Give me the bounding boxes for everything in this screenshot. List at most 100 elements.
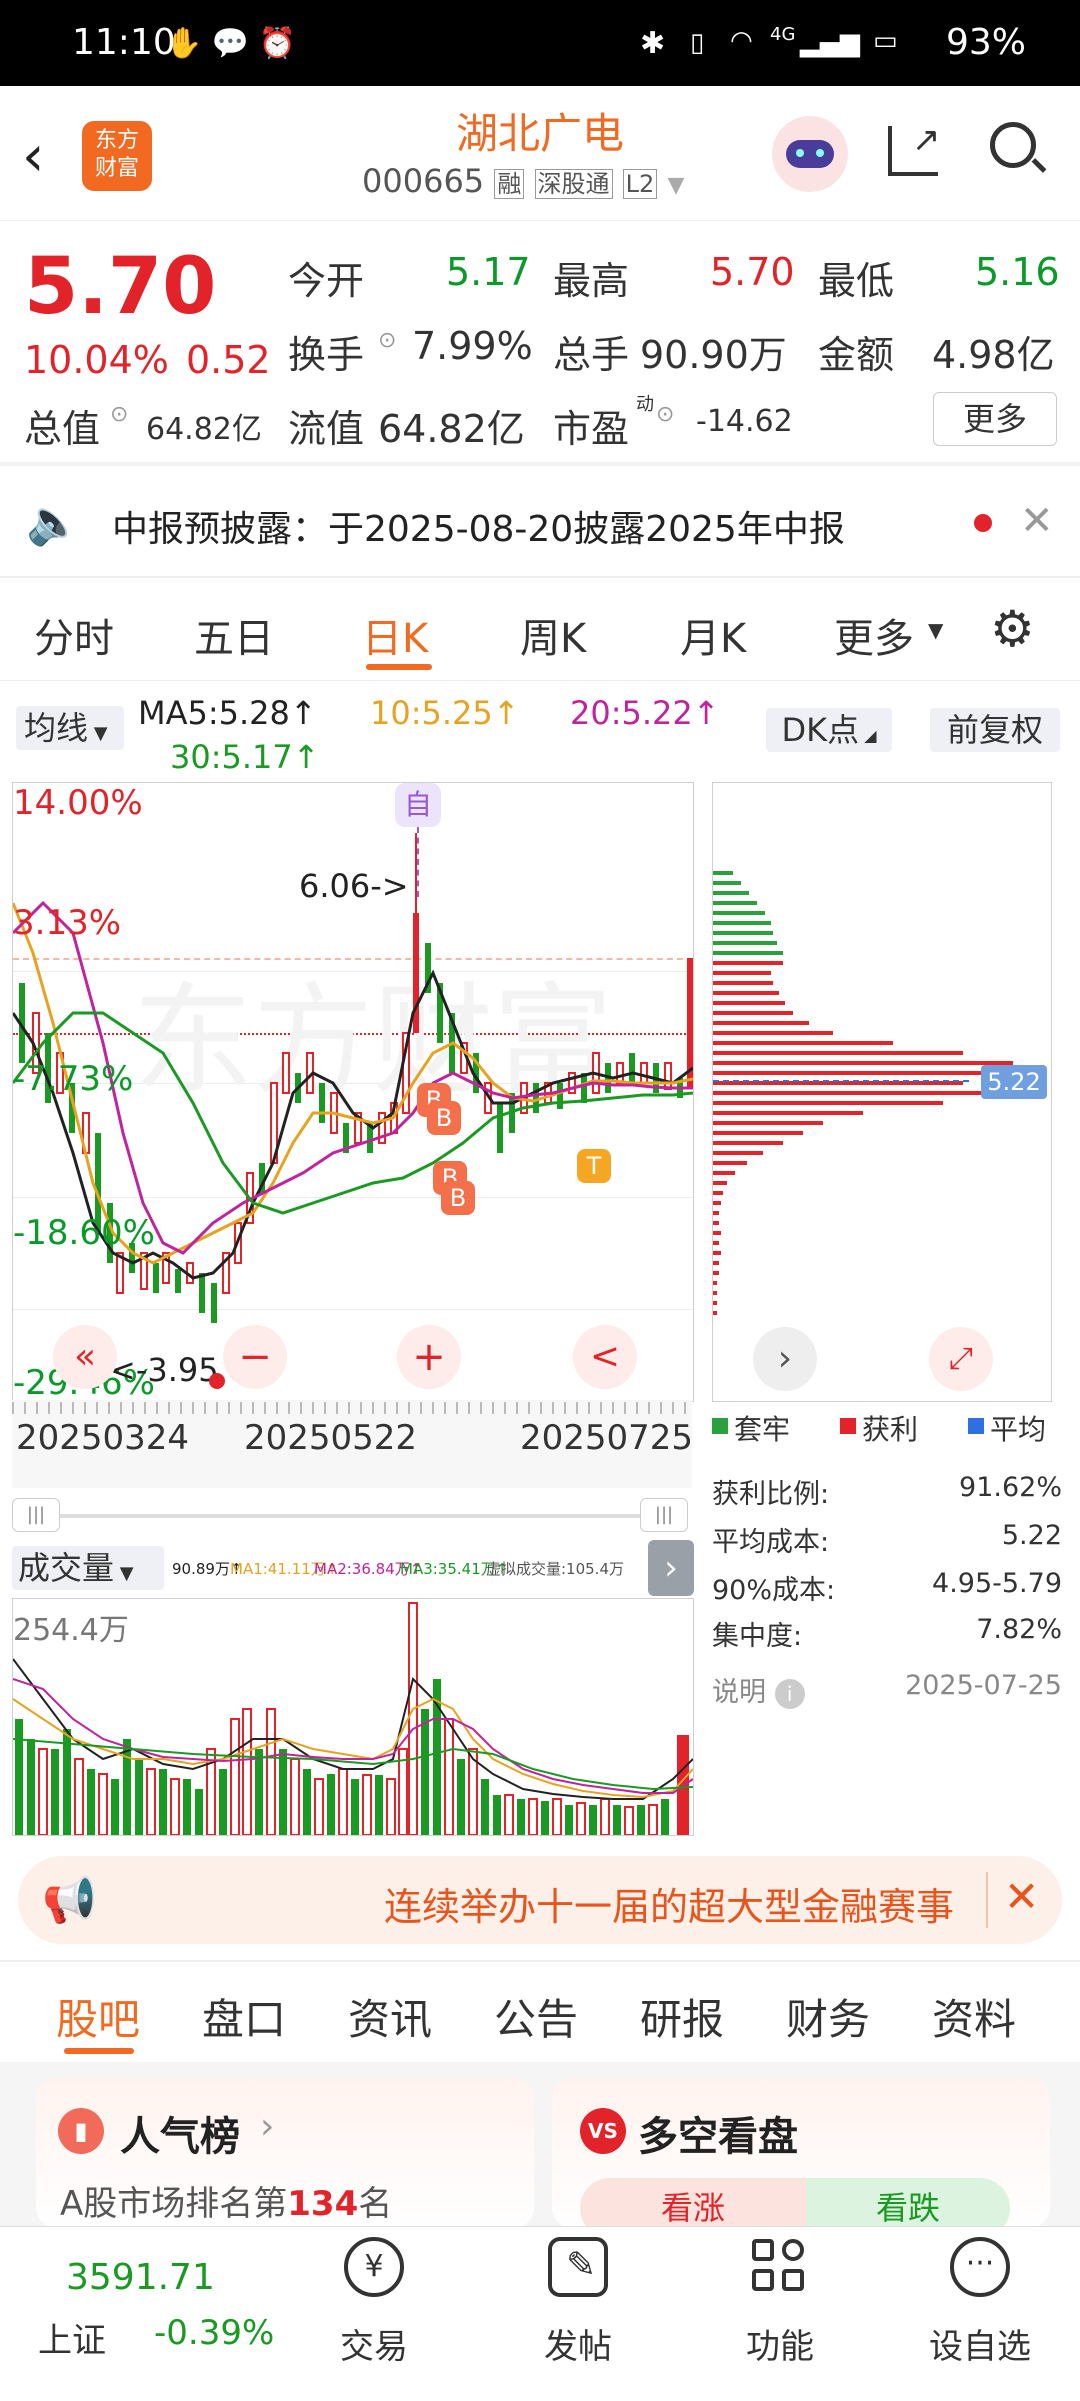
vibrate-icon: ▯ — [690, 28, 705, 58]
pct-label-3: -7.73% — [13, 1059, 134, 1099]
post-icon: ✎ — [548, 2237, 608, 2297]
chip-info: 套牢 获利 平均 获利比例: 91.62% 平均成本: 5.22 90%成本: … — [712, 1408, 1062, 1728]
close-icon[interactable]: ✕ — [1004, 1872, 1039, 1921]
zoom-out-button[interactable]: − — [223, 1325, 287, 1389]
speaker-icon: 🔈 — [26, 497, 81, 548]
tab-zixun[interactable]: 资讯 — [348, 1986, 432, 2047]
volume-max-label: 254.4万 — [13, 1613, 129, 1648]
status-bar: 11:10 ✋ 💬 ⏰ ✱ ▯ ◠ 4G ▂▄▆ ▭ 93% — [0, 0, 1080, 86]
prev-button[interactable]: < — [573, 1325, 637, 1389]
chart-tabs: 分时 五日 日K 周K 月K 更多 ▼ ⚙ — [0, 578, 1080, 678]
self-marker-line — [417, 827, 419, 897]
tab-zhouk[interactable]: 周K — [520, 606, 586, 664]
avg-cost-value: 5.22 — [1001, 1520, 1062, 1551]
concentration-value: 7.82% — [976, 1614, 1062, 1645]
kline-chart[interactable]: 东方财富 14.00% 3.13% -7.73% -18.60% 6.06-> … — [12, 782, 694, 1403]
axis-ticks — [12, 1402, 692, 1414]
self-select-marker[interactable]: 自 — [395, 783, 441, 827]
content-tabs: 股吧 盘口 资讯 公告 研报 财务 资料 — [0, 1962, 1080, 2062]
signal-icon: ▂▄▆ — [800, 28, 860, 58]
volume-expand-icon[interactable]: › — [648, 1540, 694, 1596]
tab-wuri[interactable]: 五日 — [194, 606, 274, 664]
slider-handle-left[interactable]: ||| — [12, 1498, 60, 1532]
close-icon[interactable]: ✕ — [1020, 498, 1054, 544]
info-icon: i — [774, 1679, 805, 1709]
stock-code-row[interactable]: 000665 融 深股通 L2 ▼ — [362, 162, 684, 200]
info-icon[interactable]: ⊙ — [110, 402, 128, 427]
fast-back-button[interactable]: « — [53, 1325, 117, 1389]
dk-point-button[interactable]: DK点 ◢ — [766, 708, 892, 752]
cost90-label: 90%成本: — [712, 1575, 836, 1606]
tab-yuek[interactable]: 月K — [680, 606, 746, 664]
tab-guba[interactable]: 股吧 — [56, 1986, 140, 2047]
profit-ratio-label: 获利比例: — [712, 1479, 830, 1510]
notification-icons: ✋ 💬 ⏰ — [165, 26, 297, 61]
level2-badge: L2 — [622, 169, 658, 199]
avg-cost-tag: 5.22 — [981, 1065, 1047, 1099]
expand-icon[interactable]: ⤢ — [929, 1327, 993, 1391]
next-button[interactable]: › — [753, 1327, 817, 1391]
chip-distribution-chart[interactable]: 5.22 › ⤢ — [712, 782, 1052, 1402]
slider-handle-right[interactable]: ||| — [640, 1498, 688, 1532]
notice-text: 中报预披露：于2025-08-20披露2025年中报 — [112, 509, 845, 550]
zoom-in-button[interactable]: + — [397, 1325, 461, 1389]
adjust-button[interactable]: 前复权 — [930, 708, 1060, 752]
tab-more[interactable]: 更多 — [834, 606, 914, 664]
tab-rik[interactable]: 日K — [362, 606, 428, 664]
volume-chart[interactable]: 254.4万 — [12, 1598, 694, 1836]
notice-bar[interactable]: 🔈 中报预披露：于2025-08-20披露2025年中报 ✕ — [0, 478, 1080, 568]
robot-assistant-icon[interactable] — [772, 116, 848, 192]
pe-label: 市盈 — [553, 407, 630, 451]
tab-gonggao[interactable]: 公告 — [494, 1986, 578, 2047]
cost90-value: 4.95-5.79 — [932, 1568, 1062, 1599]
date-label-start: 20250324 — [16, 1418, 190, 1458]
tab-yanbao[interactable]: 研报 — [640, 1986, 724, 2047]
info-icon[interactable]: ⊙ — [656, 402, 674, 427]
divider — [0, 680, 1080, 681]
low-value: 5.16 — [975, 250, 1060, 294]
profit-ratio-value: 91.62% — [959, 1472, 1062, 1503]
t-marker[interactable]: T — [577, 1149, 611, 1183]
popularity-card[interactable]: ▮ 人气榜 › A股市场排名第134名 — [36, 2078, 534, 2228]
tab-ziliao[interactable]: 资料 — [932, 1986, 1016, 2047]
tab-add-favorite[interactable]: 设自选 — [910, 2319, 1050, 2368]
change-percent: 10.04% — [24, 338, 169, 382]
settings-icon[interactable]: ⚙ — [990, 600, 1035, 658]
more-button[interactable]: 更多 — [933, 392, 1057, 446]
tab-function[interactable]: 功能 — [720, 2319, 840, 2368]
index-change[interactable]: -0.39% — [154, 2313, 274, 2353]
ma-bar: 均线 ▼ MA5:5.28↑ 10:5.25↑ 20:5.22↑ 30:5.17… — [0, 684, 1080, 784]
volume-header: 成交量 ▼ 90.89万↑ MA1:41.11万↑ MA2:36.84万↑ MA… — [12, 1540, 694, 1596]
info-icon[interactable]: ⊙ — [378, 328, 396, 353]
volume-select[interactable]: 成交量 ▼ — [12, 1546, 164, 1590]
note-link[interactable]: 说明 i — [712, 1670, 805, 1709]
divider — [986, 1872, 988, 1928]
chip-date: 2025-07-25 — [905, 1670, 1062, 1701]
index-name[interactable]: 上证 — [38, 2313, 106, 2362]
legend-label-avg: 平均 — [990, 1413, 1047, 1446]
index-value[interactable]: 3591.71 — [66, 2257, 215, 2298]
cards-area: ▮ 人气榜 › A股市场排名第134名 VS 多空看盘 看涨 看跌 — [0, 2062, 1080, 2238]
tab-post[interactable]: 发帖 — [518, 2319, 638, 2368]
tab-pankou[interactable]: 盘口 — [202, 1986, 286, 2047]
mktcap-label: 总值 — [24, 407, 101, 451]
ad-banner[interactable]: 📢 连续举办十一届的超大型金融赛事 ✕ — [18, 1856, 1062, 1944]
duokong-card[interactable]: VS 多空看盘 看涨 看跌 — [552, 2078, 1050, 2238]
buy-marker[interactable]: B — [427, 1101, 461, 1135]
bluetooth-icon: ✱ — [640, 26, 666, 61]
legend-label-loss: 套牢 — [734, 1413, 791, 1446]
tab-trade[interactable]: 交易 — [314, 2319, 434, 2368]
range-slider[interactable]: ||| ||| — [12, 1498, 692, 1534]
wifi-icon: ◠ — [730, 26, 753, 56]
share-icon[interactable]: ↗ — [888, 120, 941, 176]
tab-fenshi[interactable]: 分时 — [34, 606, 114, 664]
function-icon — [752, 2239, 808, 2295]
more-dots-icon: ··· — [950, 2237, 1010, 2297]
trade-icon: ¥ — [344, 2237, 404, 2297]
search-icon[interactable] — [990, 122, 1047, 173]
date-label-end: 20250725 — [520, 1418, 694, 1458]
ma-select[interactable]: 均线 ▼ — [16, 706, 124, 750]
more-dropdown-icon: ▼ — [928, 618, 944, 642]
buy-marker[interactable]: B — [441, 1181, 475, 1215]
tab-caiwu[interactable]: 财务 — [786, 1986, 870, 2047]
